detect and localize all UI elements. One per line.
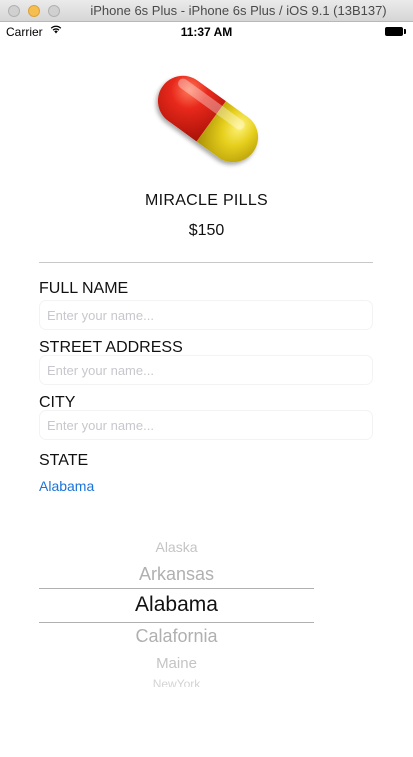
- picker-selection-line-bottom: [39, 622, 314, 623]
- state-label: STATE: [39, 452, 89, 469]
- full-name-label: FULL NAME: [39, 280, 129, 297]
- pill-icon: [148, 58, 268, 178]
- divider: [39, 262, 373, 263]
- picker-option[interactable]: Calafornia: [39, 626, 314, 647]
- full-name-field[interactable]: [39, 300, 373, 330]
- status-bar: Carrier 11:37 AM: [0, 22, 413, 42]
- state-picker[interactable]: Alaska Arkansas Alabama Calafornia Maine…: [39, 530, 314, 690]
- state-value[interactable]: Alabama: [39, 478, 94, 494]
- city-field[interactable]: [39, 410, 373, 440]
- title-bar: iPhone 6s Plus - iPhone 6s Plus / iOS 9.…: [0, 0, 413, 22]
- picker-option-selected[interactable]: Alabama: [39, 593, 314, 617]
- battery-icon: [385, 27, 406, 36]
- status-time: 11:37 AM: [180, 25, 233, 39]
- picker-option[interactable]: Arkansas: [39, 564, 314, 585]
- maximize-window-button[interactable]: [48, 5, 60, 17]
- street-address-field[interactable]: [39, 355, 373, 385]
- picker-option[interactable]: Maine: [39, 655, 314, 672]
- picker-option[interactable]: NewYork: [39, 677, 314, 687]
- window-title: iPhone 6s Plus - iPhone 6s Plus / iOS 9.…: [90, 3, 387, 18]
- picker-option[interactable]: Alaska: [39, 539, 314, 555]
- close-window-button[interactable]: [8, 5, 20, 17]
- street-address-input[interactable]: [40, 356, 372, 384]
- city-input[interactable]: [40, 411, 372, 439]
- simulator-window: iPhone 6s Plus - iPhone 6s Plus / iOS 9.…: [0, 0, 413, 757]
- product-name: MIRACLE PILLS: [144, 192, 269, 209]
- full-name-input[interactable]: [40, 301, 372, 329]
- picker-selection-line-top: [39, 588, 314, 589]
- minimize-window-button[interactable]: [28, 5, 40, 17]
- product-price: $150: [188, 222, 225, 239]
